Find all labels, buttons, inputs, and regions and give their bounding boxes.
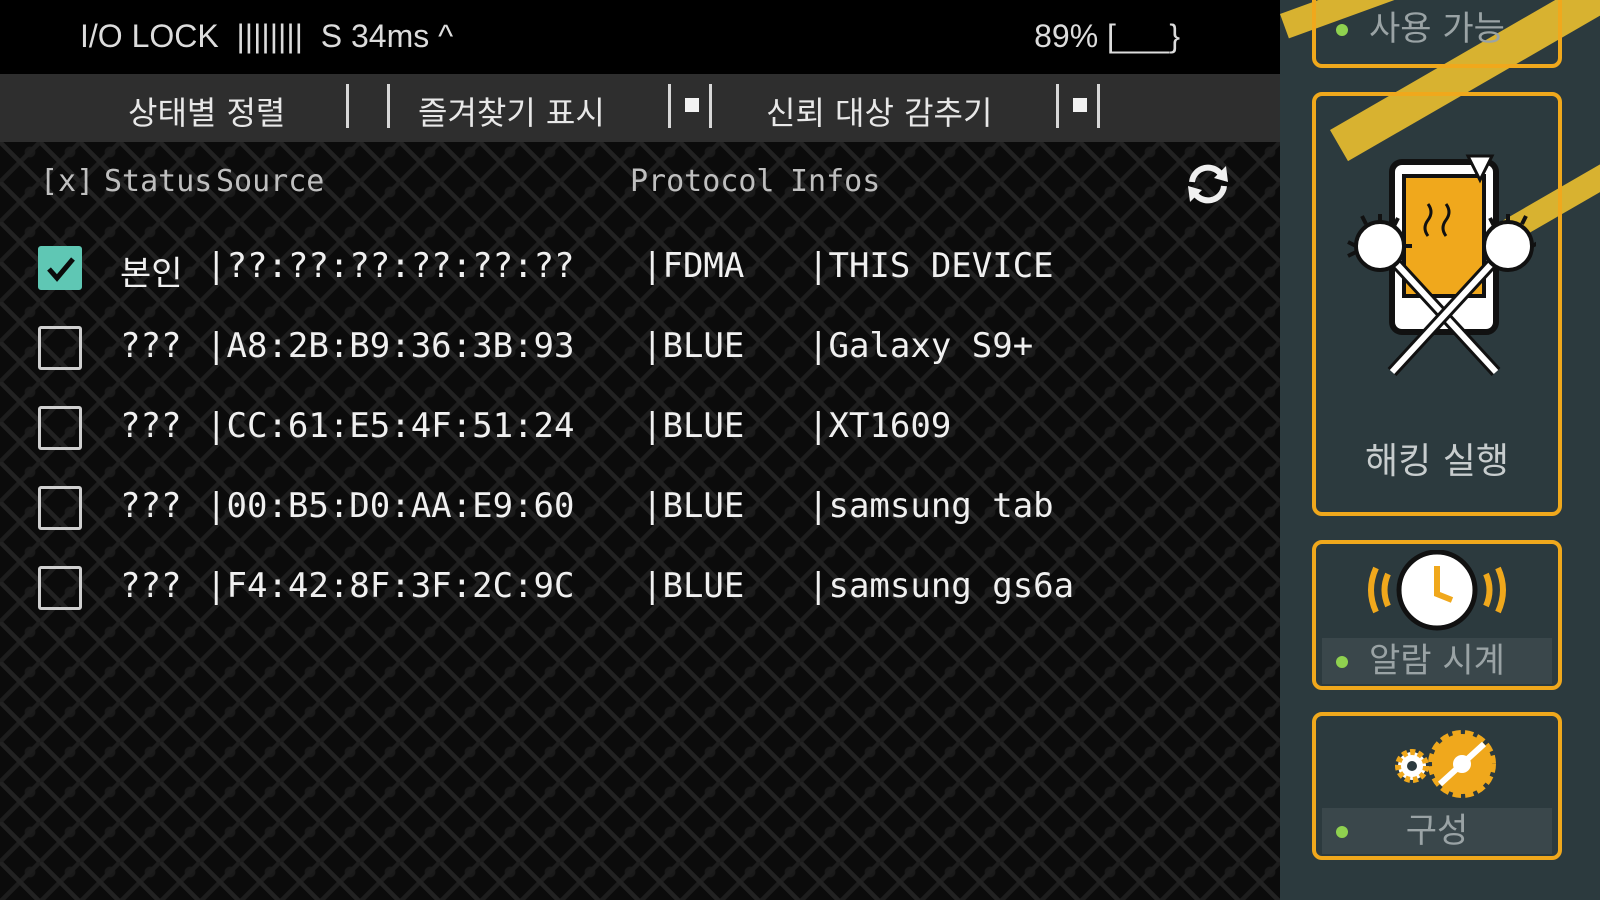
alarm-clock-label: 알람 시계 [1369,641,1505,681]
row-info: |THIS DEVICE [808,246,1054,286]
alarm-clock-label-box: 알람 시계 [1322,638,1552,684]
show-favorites-toggle[interactable] [668,84,712,128]
row-info: |XT1609 [808,406,952,446]
hack-execute-card[interactable]: 해킹 실행 [1312,92,1562,516]
row-checkbox[interactable] [38,246,82,290]
ready-indicator [1336,656,1348,668]
row-status: 본인 [120,254,183,294]
row-status: ??? [120,406,182,446]
status-bar: I/O LOCK |||||||| S 34ms ^ 89% [___} [0,0,1280,72]
io-lock-status: I/O LOCK |||||||| S 34ms ^ [80,18,454,54]
device-row[interactable]: ??? |F4:42:8F:3F:2C:9C |BLUE |samsung gs… [0,556,1280,626]
device-row[interactable]: ??? |CC:61:E5:4F:51:24 |BLUE |XT1609 [0,396,1280,466]
gears-icon [1392,726,1502,802]
row-protocol: |FDMA [642,246,745,286]
header-select: [x] [40,164,95,199]
row-protocol: |BLUE [642,406,745,446]
toggle-on-indicator [685,98,699,112]
row-checkbox[interactable] [38,326,82,370]
row-status: ??? [120,486,182,526]
row-source: |F4:42:8F:3F:2C:9C [206,566,575,606]
header-source: Source [216,164,325,199]
hack-execute-label: 해킹 실행 [1365,441,1509,482]
toggle-on-indicator [1073,98,1087,112]
hide-trusted-toggle[interactable] [1056,84,1100,128]
ready-indicator [1336,24,1348,36]
available-card-label-box: 사용 가능 [1322,6,1552,52]
side-panel: 사용 가능 해킹 실행 알람 시계 구성 [1280,0,1600,900]
header-status: Status [104,164,213,199]
config-label: 구성 [1405,811,1469,851]
alarm-clock-card[interactable]: 알람 시계 [1312,540,1562,690]
row-protocol: |BLUE [642,486,745,526]
device-row[interactable]: 본인 |??:??:??:??:??:?? |FDMA |THIS DEVICE [0,236,1280,306]
row-info: |samsung gs6a [808,566,1075,606]
row-source: |??:??:??:??:??:?? [206,246,575,286]
alarm-clock-icon [1362,549,1512,634]
available-label: 사용 가능 [1369,9,1505,49]
battery-status: 89% [___} [1034,18,1180,54]
row-checkbox[interactable] [38,566,82,610]
header-infos: Infos [790,164,881,199]
sort-by-status-label: 상태별 정렬 [128,94,286,132]
row-source: |CC:61:E5:4F:51:24 [206,406,575,446]
row-protocol: |BLUE [642,566,745,606]
hide-trusted-label: 신뢰 대상 감추기 [766,94,993,132]
row-source: |A8:2B:B9:36:3B:93 [206,326,575,366]
filter-bar: 상태별 정렬 즐겨찾기 표시 신뢰 대상 감추기 [0,74,1280,142]
row-checkbox[interactable] [38,406,82,450]
row-source: |00:B5:D0:AA:E9:60 [206,486,575,526]
row-status: ??? [120,326,182,366]
sort-by-status-toggle[interactable] [346,84,390,128]
ready-indicator [1336,826,1348,838]
config-card[interactable]: 구성 [1312,712,1562,860]
hack-icon [1346,152,1541,392]
row-checkbox[interactable] [38,486,82,530]
row-status: ??? [120,566,182,606]
device-row[interactable]: ??? |00:B5:D0:AA:E9:60 |BLUE |samsung ta… [0,476,1280,546]
device-list-area: [x] Status Source Protocol Infos 본인 |??:… [0,142,1280,900]
check-icon [47,257,75,282]
config-label-box: 구성 [1322,808,1552,854]
device-row[interactable]: ??? |A8:2B:B9:36:3B:93 |BLUE |Galaxy S9+ [0,316,1280,386]
available-card[interactable]: 사용 가능 [1312,0,1562,68]
show-favorites-label: 즐겨찾기 표시 [418,94,605,132]
refresh-icon[interactable] [1180,156,1236,212]
header-protocol: Protocol [630,164,775,199]
row-info: |samsung tab [808,486,1054,526]
row-info: |Galaxy S9+ [808,326,1034,366]
row-protocol: |BLUE [642,326,745,366]
